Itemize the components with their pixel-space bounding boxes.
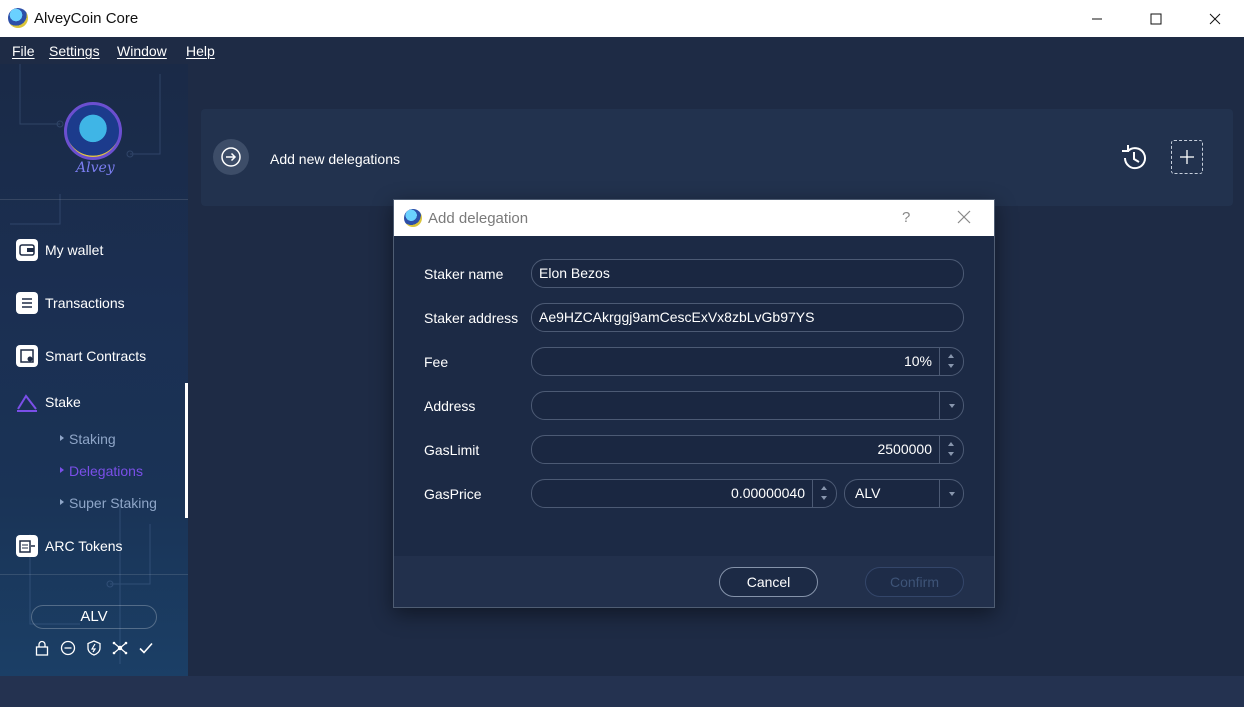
- wallet-icon: [16, 239, 38, 261]
- history-icon: [1122, 145, 1146, 170]
- app-icon: [404, 209, 422, 227]
- dropdown-button[interactable]: [939, 392, 963, 419]
- staker-address-label: Staker address: [424, 310, 519, 326]
- title-bar: AlveyCoin Core: [0, 0, 1244, 37]
- contract-icon: [16, 345, 38, 367]
- minimize-icon: [1092, 18, 1102, 19]
- add-delegation-button[interactable]: [1171, 140, 1203, 174]
- sidebar-item-label: My wallet: [45, 242, 104, 258]
- staker-name-value: Elon Bezos: [539, 265, 610, 281]
- page-header: Add new delegations: [201, 109, 1233, 206]
- gas-limit-spinbox[interactable]: 2500000: [531, 435, 964, 464]
- menu-bar: File Settings Window Help: [0, 37, 1244, 64]
- list-icon: [16, 292, 38, 314]
- arrow-right-circle-icon: [213, 139, 249, 175]
- unit-selector[interactable]: ALV: [31, 605, 157, 629]
- spin-buttons[interactable]: [939, 348, 963, 375]
- dialog-close-button[interactable]: [956, 208, 972, 226]
- spin-down-icon[interactable]: [821, 496, 827, 500]
- lock-icon[interactable]: [33, 639, 51, 657]
- gas-limit-label: GasLimit: [424, 442, 480, 458]
- gas-price-label: GasPrice: [424, 486, 482, 502]
- gas-limit-value: 2500000: [877, 441, 932, 457]
- subitem-label: Delegations: [69, 463, 143, 479]
- caret-right-icon: [60, 499, 64, 506]
- menu-file[interactable]: File: [12, 43, 35, 59]
- sidebar-item-smart-contracts[interactable]: Smart Contracts: [0, 336, 188, 376]
- status-bar: [0, 676, 1244, 707]
- gas-price-spinbox[interactable]: 0.00000040: [531, 479, 837, 508]
- alvey-logo: [64, 102, 122, 160]
- address-label: Address: [424, 398, 476, 414]
- gas-price-unit-combobox[interactable]: ALV: [844, 479, 964, 508]
- spin-down-icon[interactable]: [948, 364, 954, 368]
- gas-price-unit-value: ALV: [855, 485, 881, 501]
- dialog-title: Add delegation: [428, 210, 529, 227]
- spin-up-icon[interactable]: [821, 486, 827, 490]
- minus-circle-icon[interactable]: [59, 639, 77, 657]
- spin-down-icon[interactable]: [948, 452, 954, 456]
- menu-window[interactable]: Window: [117, 43, 167, 59]
- window-title: AlveyCoin Core: [34, 10, 139, 27]
- close-window-button[interactable]: [1186, 0, 1244, 37]
- fee-value: 10%: [903, 353, 932, 369]
- sidebar-item-my-wallet[interactable]: My wallet: [0, 230, 188, 270]
- sidebar-item-arc-tokens[interactable]: ARC Tokens: [0, 526, 188, 566]
- menu-settings[interactable]: Settings: [49, 43, 100, 59]
- sidebar-item-label: Smart Contracts: [45, 348, 147, 364]
- dialog-footer: Cancel Confirm: [394, 556, 994, 607]
- stake-icon: [16, 391, 38, 413]
- help-button[interactable]: ?: [902, 209, 910, 226]
- spin-up-icon[interactable]: [948, 442, 954, 446]
- fee-spinbox[interactable]: 10%: [531, 347, 964, 376]
- staker-name-label: Staker name: [424, 266, 504, 282]
- dialog-title-bar: Add delegation ?: [394, 200, 994, 236]
- address-combobox[interactable]: [531, 391, 964, 420]
- sidebar-item-label: Stake: [45, 394, 81, 410]
- page-title: Add new delegations: [270, 151, 400, 167]
- caret-right-icon: [60, 435, 64, 442]
- fee-label: Fee: [424, 354, 449, 370]
- maximize-button[interactable]: [1127, 0, 1185, 37]
- caret-right-icon: [60, 467, 64, 474]
- subitem-label: Staking: [69, 431, 116, 447]
- sidebar: Alvey My wallet Transactions Smart Contr…: [0, 64, 188, 676]
- menu-help[interactable]: Help: [186, 43, 215, 59]
- shield-icon[interactable]: [85, 639, 103, 657]
- logo-text: Alvey: [76, 160, 115, 176]
- plus-icon: [1180, 150, 1194, 164]
- staker-address-value: Ae9HZCAkrggj9amCescExVx8zbLvGb97YS: [539, 309, 815, 325]
- spin-buttons[interactable]: [812, 480, 836, 507]
- chevron-down-icon: [949, 404, 955, 408]
- network-icon[interactable]: [111, 639, 129, 657]
- sidebar-divider: [0, 574, 188, 575]
- sidebar-item-label: Transactions: [45, 295, 125, 311]
- subitem-label: Super Staking: [69, 495, 157, 511]
- app-icon: [8, 8, 28, 28]
- maximize-icon: [1150, 13, 1162, 24]
- sidebar-item-label: ARC Tokens: [45, 538, 123, 554]
- sidebar-subitem-staking[interactable]: Staking: [60, 431, 116, 447]
- chevron-down-icon: [949, 492, 955, 496]
- close-icon: [1209, 13, 1221, 24]
- sidebar-divider: [0, 199, 188, 200]
- staker-name-input[interactable]: Elon Bezos: [531, 259, 964, 288]
- token-icon: [16, 535, 38, 557]
- close-icon: [957, 210, 971, 224]
- confirm-button[interactable]: Confirm: [865, 567, 964, 597]
- gas-price-value: 0.00000040: [731, 485, 805, 501]
- cancel-button[interactable]: Cancel: [719, 567, 818, 597]
- sidebar-subitem-delegations[interactable]: Delegations: [60, 463, 143, 479]
- staker-address-input[interactable]: Ae9HZCAkrggj9amCescExVx8zbLvGb97YS: [531, 303, 964, 332]
- minimize-button[interactable]: [1068, 0, 1126, 37]
- sidebar-subitem-super-staking[interactable]: Super Staking: [60, 495, 157, 511]
- sidebar-item-transactions[interactable]: Transactions: [0, 283, 188, 323]
- add-delegation-dialog: Add delegation ? Staker name Elon Bezos …: [393, 199, 995, 608]
- spin-buttons[interactable]: [939, 436, 963, 463]
- spin-up-icon[interactable]: [948, 354, 954, 358]
- sidebar-item-stake[interactable]: Stake: [0, 382, 188, 422]
- history-button[interactable]: [1117, 142, 1149, 174]
- dropdown-button[interactable]: [939, 480, 963, 507]
- check-icon[interactable]: [137, 639, 155, 657]
